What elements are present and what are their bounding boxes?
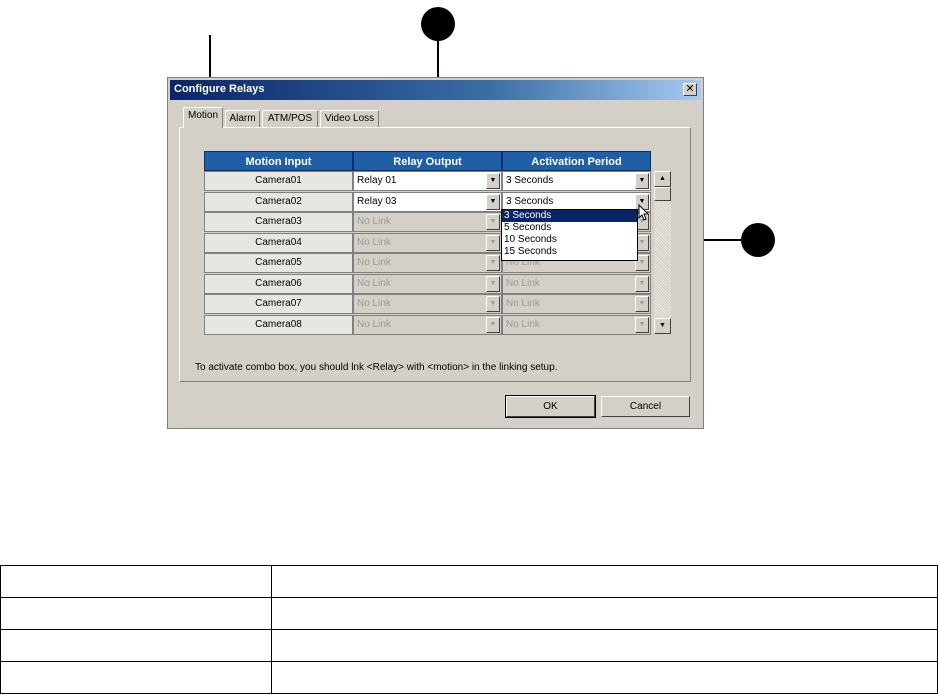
mouse-cursor-icon: [638, 204, 650, 221]
dropdown-arrow-icon: ▼: [635, 296, 649, 312]
hint-text: To activate combo box, you should lnk <R…: [195, 362, 558, 373]
tab-label: Alarm: [229, 113, 256, 124]
relay-output-combo-value: No Link: [357, 216, 391, 227]
relay-output-combo-value: Relay 03: [357, 195, 397, 207]
relay-output-combo: No Link ▼: [353, 253, 502, 273]
dropdown-arrow-icon[interactable]: ▼: [486, 173, 500, 189]
dropdown-arrow-icon[interactable]: ▼: [635, 173, 649, 189]
relay-output-combo: No Link ▼: [353, 294, 502, 314]
reference-table: [0, 565, 938, 694]
close-button[interactable]: ✕: [683, 83, 697, 96]
relay-output-combo-value: No Link: [357, 318, 391, 330]
scroll-down-button[interactable]: ▼: [654, 318, 671, 334]
relay-output-combo: No Link ▼: [353, 314, 502, 335]
configure-relays-dialog: Configure Relays ✕ Motion Alarm ATM/POS …: [167, 77, 704, 429]
table-row: [0, 661, 938, 694]
dropdown-arrow-icon[interactable]: ▼: [486, 193, 500, 210]
tab-video-loss[interactable]: Video Loss: [320, 110, 379, 127]
relay-output-combo-value: No Link: [357, 257, 391, 268]
dropdown-arrow-icon: ▼: [486, 275, 500, 292]
table-cell: [271, 629, 938, 662]
tab-atm-pos[interactable]: ATM/POS: [262, 110, 318, 127]
motion-input-cell: Camera05: [204, 253, 353, 273]
motion-input-cell: Camera01: [204, 171, 353, 191]
dropdown-arrow-icon: ▼: [486, 296, 500, 312]
header-activation-period: Activation Period: [502, 151, 651, 171]
cancel-button[interactable]: Cancel: [601, 396, 690, 417]
table-row: [0, 565, 938, 598]
tab-label: Video Loss: [324, 113, 375, 124]
dropdown-arrow-icon: ▼: [635, 275, 649, 292]
dropdown-arrow-icon: ▼: [486, 255, 500, 271]
activation-period-combo-value: 3 Seconds: [506, 195, 554, 207]
activation-period-combo: No Link ▼: [502, 294, 651, 314]
dropdown-arrow-icon: ▼: [486, 234, 500, 251]
table-cell: [271, 597, 938, 630]
activation-period-combo-value: No Link: [506, 318, 540, 330]
table-cell: [0, 661, 272, 694]
ok-button[interactable]: OK: [505, 395, 596, 418]
motion-input-cell: Camera03: [204, 212, 353, 232]
grid-scrollbar[interactable]: ▲ ▼: [654, 171, 671, 334]
relay-output-combo-value: No Link: [357, 298, 391, 309]
dialog-title: Configure Relays: [174, 83, 265, 95]
scroll-thumb[interactable]: [654, 187, 671, 201]
relay-output-combo: No Link ▼: [353, 273, 502, 294]
scroll-up-icon: ▲: [659, 175, 666, 182]
activation-period-combo: No Link ▼: [502, 273, 651, 294]
table-cell: [0, 565, 272, 598]
tab-label: ATM/POS: [267, 113, 313, 124]
scroll-up-button[interactable]: ▲: [654, 171, 671, 187]
activation-period-combo[interactable]: 3 Seconds ▼: [502, 171, 651, 191]
dropdown-option[interactable]: 5 Seconds: [502, 222, 637, 234]
dropdown-option[interactable]: 10 Seconds: [502, 234, 637, 246]
callout-marker-3: [741, 223, 775, 257]
motion-input-cell: Camera06: [204, 273, 353, 294]
tab-alarm[interactable]: Alarm: [225, 110, 260, 127]
relay-output-combo-value: Relay 01: [357, 175, 397, 186]
dropdown-option[interactable]: 15 Seconds: [502, 246, 637, 258]
callout-marker-2: [421, 7, 455, 41]
motion-input-cell: Camera08: [204, 314, 353, 335]
motion-input-cell: Camera07: [204, 294, 353, 314]
dropdown-arrow-icon: ▼: [635, 316, 649, 333]
activation-period-combo-value: 3 Seconds: [506, 175, 554, 186]
tab-motion[interactable]: Motion: [183, 107, 223, 128]
close-icon: ✕: [685, 83, 695, 95]
relay-output-combo-value: No Link: [357, 236, 391, 248]
dropdown-arrow-icon: ▼: [486, 316, 500, 333]
relay-output-combo: No Link ▼: [353, 212, 502, 232]
table-cell: [271, 565, 938, 598]
activation-period-combo-value: No Link: [506, 298, 540, 309]
relay-output-combo-value: No Link: [357, 277, 391, 289]
header-motion-input: Motion Input: [204, 151, 353, 171]
scroll-down-icon: ▼: [659, 322, 666, 329]
dropdown-option[interactable]: 3 Seconds: [502, 210, 637, 222]
header-relay-output: Relay Output: [353, 151, 502, 171]
relay-output-combo: No Link ▼: [353, 232, 502, 253]
table-row: [0, 597, 938, 630]
table-cell: [0, 629, 272, 662]
table-row: [0, 629, 938, 662]
motion-input-cell: Camera04: [204, 232, 353, 253]
tab-label: Motion: [187, 110, 218, 121]
dialog-titlebar[interactable]: Configure Relays ✕: [170, 80, 701, 100]
relay-output-combo[interactable]: Relay 01 ▼: [353, 171, 502, 191]
activation-period-combo: No Link ▼: [502, 314, 651, 335]
dropdown-arrow-icon: ▼: [486, 214, 500, 230]
motion-input-cell: Camera02: [204, 191, 353, 212]
activation-period-dropdown-list[interactable]: 3 Seconds 5 Seconds 10 Seconds 15 Second…: [501, 209, 638, 261]
relay-output-combo[interactable]: Relay 03 ▼: [353, 191, 502, 212]
activation-period-combo-value: No Link: [506, 277, 540, 289]
table-cell: [271, 661, 938, 694]
table-cell: [0, 597, 272, 630]
